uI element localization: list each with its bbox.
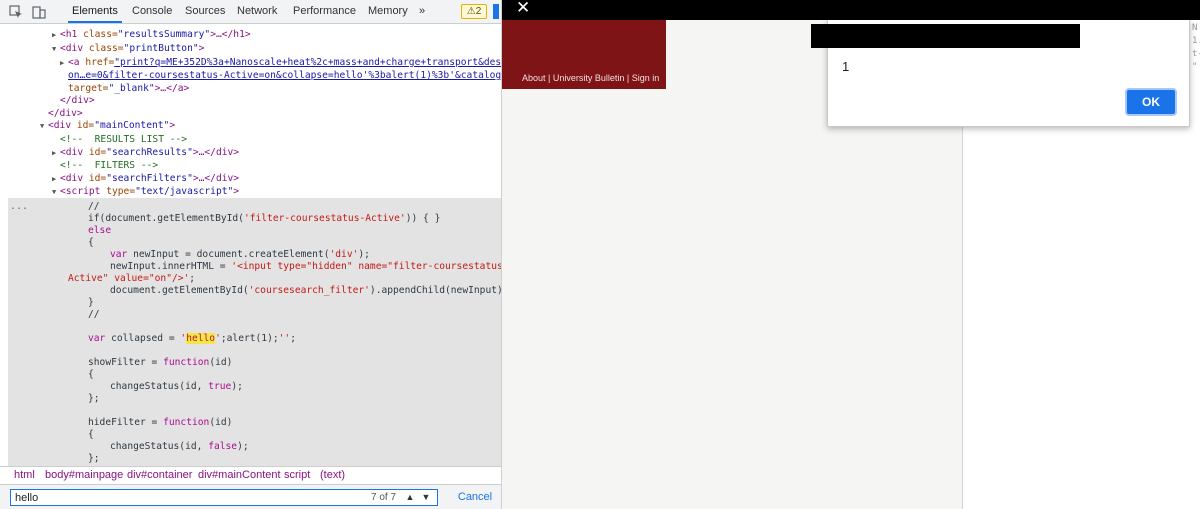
dom-node-search-results[interactable]: ▶ <div id="searchResults">…</div> <box>52 147 239 159</box>
script-line: changeStatus(id, true); <box>110 381 243 392</box>
dom-node-script[interactable]: ▼ <script type="text/javascript"> <box>52 186 239 198</box>
tab-network[interactable]: Network <box>233 0 281 23</box>
dom-close-div: </div> <box>60 95 95 106</box>
dom-node-anchor[interactable]: ▶ <a href="print?q=ME+352D%3a+Nanoscale+h… <box>60 57 501 69</box>
redacted-title <box>811 24 1080 48</box>
warnings-badge[interactable]: ⚠2 <box>461 4 487 19</box>
chevron-up-icon: ▲ <box>405 492 415 502</box>
script-line: var newInput = document.createElement('d… <box>110 249 370 260</box>
print-link[interactable]: "print?q=ME+352D%3a+Nanoscale+heat%2c+ma… <box>114 57 501 68</box>
previous-match-button[interactable]: ▲ <box>404 491 416 503</box>
tab-memory[interactable]: Memory <box>364 0 412 23</box>
script-line: }; <box>88 453 100 464</box>
expand-icon[interactable]: ▶ <box>60 57 68 69</box>
script-line: { <box>88 369 94 380</box>
collapse-icon[interactable]: ▼ <box>52 186 60 198</box>
script-line: else <box>88 225 112 236</box>
match-count: 7 of 7 <box>371 492 397 503</box>
device-toolbar-icon[interactable] <box>32 5 46 19</box>
dom-node-h1[interactable]: ▶ <h1 class="resultsSummary">…</h1> <box>52 29 251 41</box>
breadcrumb-container[interactable]: div#container <box>127 467 192 484</box>
inspect-element-icon[interactable] <box>9 5 23 19</box>
dom-close-div: </div> <box>48 108 83 119</box>
expand-icon[interactable]: ▶ <box>52 29 60 41</box>
anchor-target: target="_blank">…</a> <box>68 83 190 94</box>
ok-button[interactable]: OK <box>1125 88 1177 116</box>
search-match-highlight: hello <box>186 333 216 344</box>
breadcrumb-script[interactable]: script <box>284 467 310 484</box>
script-line: Active" value="on"/>'; <box>68 273 196 284</box>
script-line: newInput.innerHTML = '<input type="hidde… <box>110 261 502 272</box>
node-menu-ellipsis[interactable]: ... <box>10 201 28 212</box>
script-line: changeStatus(id, false); <box>110 441 249 452</box>
next-match-button[interactable]: ▼ <box>420 491 432 503</box>
script-line: if(document.getElementById('filter-cours… <box>88 213 441 224</box>
script-line: hideFilter = function(id) <box>88 417 233 428</box>
dom-node-main-content[interactable]: ▼ <div id="mainContent"> <box>40 120 175 132</box>
breadcrumb-body[interactable]: body#mainpage <box>45 467 123 484</box>
script-line: { <box>88 429 94 440</box>
close-icon[interactable]: ✕ <box>516 0 530 17</box>
expand-icon[interactable]: ▶ <box>52 147 60 159</box>
dom-node-print-button[interactable]: ▼ <div class="printButton"> <box>52 43 204 55</box>
breadcrumb-html[interactable]: html <box>14 467 35 484</box>
elements-tree: ... ▶ <h1 class="resultsSummary">…</h1> ▼… <box>0 24 502 466</box>
more-tabs-button[interactable]: » <box>415 0 429 23</box>
comment-filters: <!-- FILTERS --> <box>60 160 159 171</box>
find-bar: 7 of 7 ▲ ▼ Cancel <box>0 484 501 509</box>
script-line: // <box>88 201 100 212</box>
collapse-icon[interactable]: ▼ <box>40 120 48 132</box>
header-links[interactable]: About | University Bulletin | Sign in <box>522 73 659 83</box>
breadcrumb-text[interactable]: (text) <box>320 467 345 484</box>
devtools-tab-bar: Elements Console Sources Network Perform… <box>0 0 501 24</box>
breadcrumb: html body#mainpage div#container div#mai… <box>0 466 501 484</box>
issues-icon[interactable] <box>493 4 499 19</box>
tab-elements[interactable]: Elements <box>68 0 122 23</box>
dom-node-search-filters[interactable]: ▶ <div id="searchFilters">…</div> <box>52 173 239 185</box>
script-line: { <box>88 237 94 248</box>
script-line: // <box>88 309 100 320</box>
selected-node-highlight <box>8 198 501 466</box>
alert-dialog: 1 OK <box>811 20 1190 127</box>
script-line: } <box>88 297 94 308</box>
collapse-icon[interactable]: ▼ <box>52 43 60 55</box>
tab-sources[interactable]: Sources <box>181 0 229 23</box>
script-line: document.getElementById('coursesearch_fi… <box>110 285 502 296</box>
script-line: showFilter = function(id) <box>88 357 233 368</box>
tab-performance[interactable]: Performance <box>289 0 360 23</box>
devtools-panel: Elements Console Sources Network Perform… <box>0 0 502 509</box>
clipped-text: N 1. t- " <box>1192 23 1200 72</box>
chevron-down-icon: ▼ <box>421 492 431 502</box>
warning-icon: ⚠ <box>466 6 476 17</box>
alert-message: 1 <box>842 59 850 74</box>
breadcrumb-main-content[interactable]: div#mainContent <box>198 467 281 484</box>
anchor-href-continued: on…e=0&filter-coursestatus-Active=on&col… <box>68 70 502 81</box>
script-line-collapsed: var collapsed = 'hello';alert(1);''; <box>88 333 296 344</box>
comment-results-list: <!-- RESULTS LIST --> <box>60 134 188 145</box>
cancel-button[interactable]: Cancel <box>452 489 498 506</box>
script-line: }; <box>88 393 100 404</box>
warning-count: 2 <box>475 6 482 17</box>
expand-icon[interactable]: ▶ <box>52 173 60 185</box>
tab-console[interactable]: Console <box>128 0 176 23</box>
top-bar: ✕ <box>502 0 1200 20</box>
